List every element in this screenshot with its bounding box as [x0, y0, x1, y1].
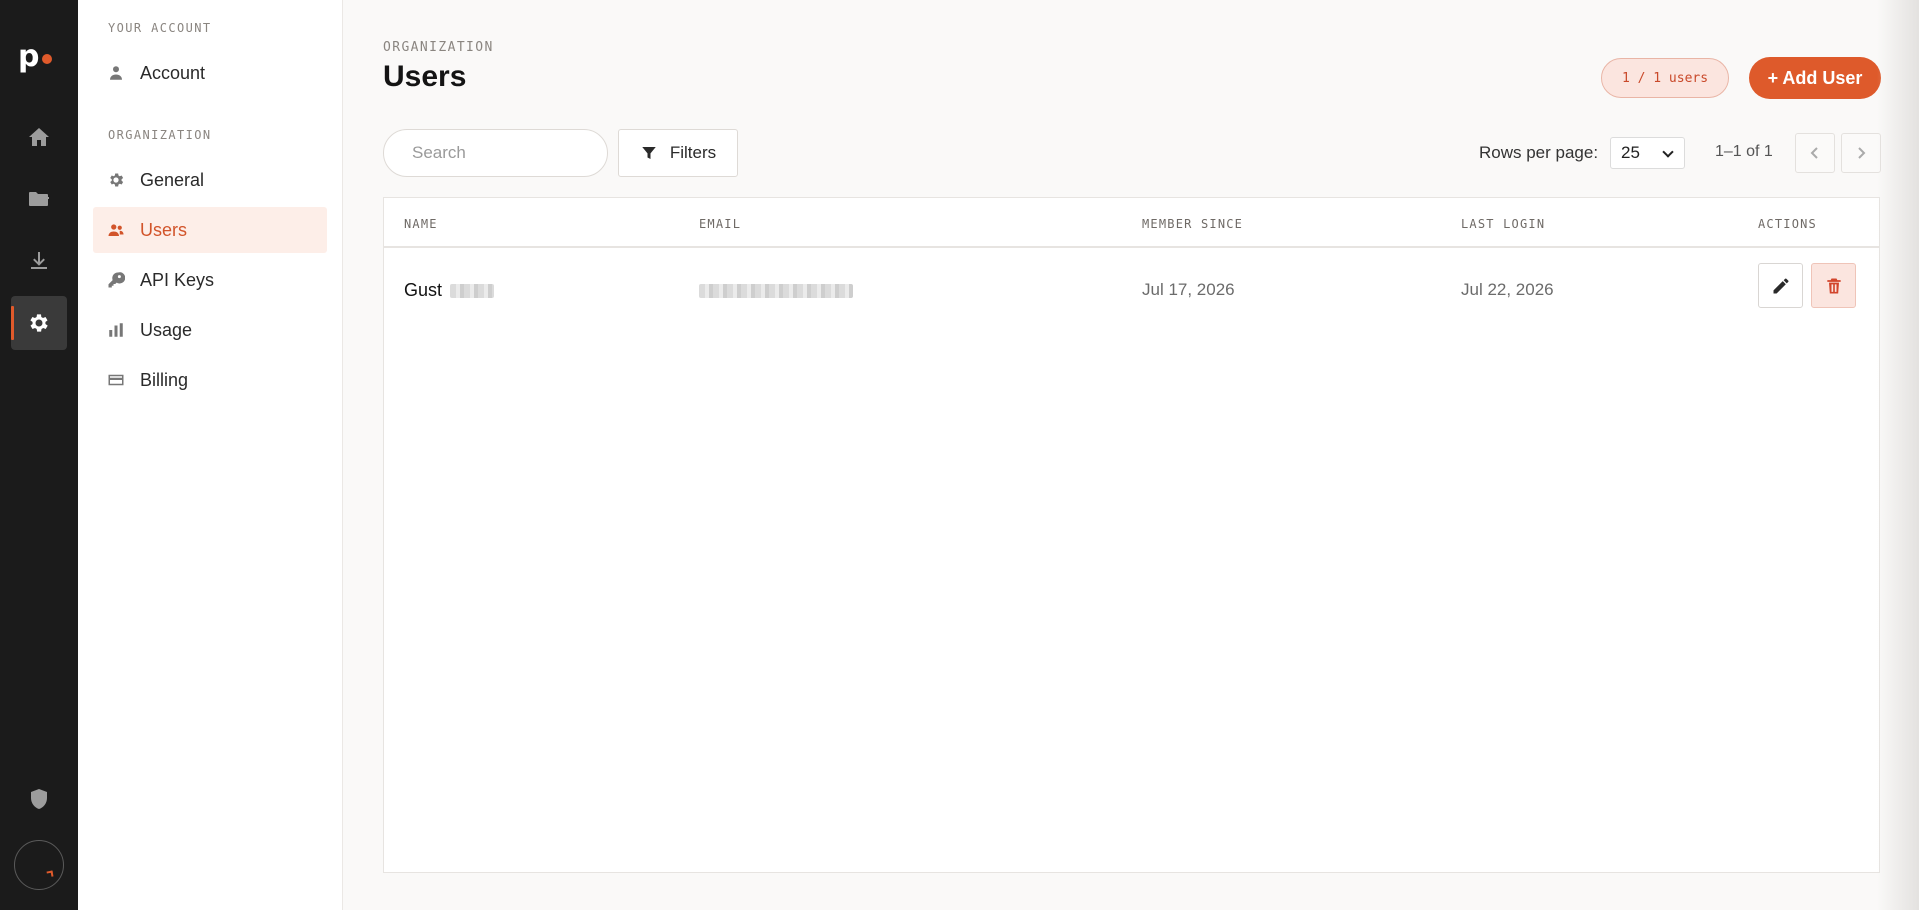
next-page-button[interactable]: [1841, 133, 1881, 173]
rail-home-button[interactable]: [11, 110, 67, 164]
delete-user-button[interactable]: [1811, 263, 1856, 308]
icon-rail: p: [0, 0, 78, 910]
breadcrumb: ORGANIZATION: [383, 40, 494, 55]
folder-icon: [29, 192, 49, 206]
sidebar-item-general[interactable]: General: [93, 157, 327, 203]
sidebar-item-users[interactable]: Users: [93, 207, 327, 253]
page-title: Users: [383, 60, 467, 93]
shield-icon: [31, 789, 47, 809]
funnel-icon: [642, 147, 656, 159]
key-icon: [108, 272, 125, 288]
settings-sidebar: YOUR ACCOUNT Account ORGANIZATION Genera…: [78, 0, 343, 910]
sidebar-item-billing[interactable]: Billing: [93, 357, 327, 403]
logo-letter: p: [18, 39, 40, 74]
bar-chart-icon: [109, 323, 123, 337]
redacted-surname: [450, 284, 495, 299]
user-email-cell: [699, 280, 853, 300]
download-icon: [31, 252, 47, 269]
user-count-badge: 1 / 1 users: [1601, 58, 1729, 98]
previous-page-button[interactable]: [1795, 133, 1835, 173]
credit-card-icon: [108, 374, 124, 386]
chevron-left-icon: [1810, 147, 1818, 159]
sidebar-item-label: Users: [140, 219, 188, 240]
user-name-cell: Gust: [404, 280, 495, 301]
table-row[interactable]: Gust Jul 17, 2026 Jul 22, 2026: [384, 248, 1879, 330]
main-content: ORGANIZATION Users 1 / 1 users + Add Use…: [343, 0, 1919, 910]
users-icon: [108, 224, 124, 236]
column-header-name[interactable]: NAME: [404, 217, 438, 231]
person-icon: [110, 66, 122, 80]
sidebar-item-api-keys[interactable]: API Keys: [93, 257, 327, 303]
last-login-cell: Jul 22, 2026: [1461, 280, 1554, 299]
chevron-right-icon: [1858, 147, 1866, 159]
users-table: NAME EMAIL MEMBER SINCE LAST LOGIN ACTIO…: [383, 197, 1880, 873]
edit-user-button[interactable]: [1758, 263, 1803, 308]
table-header: NAME EMAIL MEMBER SINCE LAST LOGIN ACTIO…: [384, 198, 1879, 248]
redacted-email: [699, 283, 853, 298]
section-heading-organization: ORGANIZATION: [108, 128, 212, 142]
rail-files-button[interactable]: [11, 172, 67, 226]
column-header-last-login[interactable]: LAST LOGIN: [1461, 217, 1545, 231]
column-header-member-since[interactable]: MEMBER SINCE: [1142, 217, 1243, 231]
logo-dot: [42, 54, 53, 64]
rail-security-button[interactable]: [11, 772, 67, 826]
sidebar-item-label: Usage: [140, 319, 193, 340]
sidebar-item-label: General: [140, 169, 205, 190]
gear-icon: [30, 314, 48, 332]
pagination-range: 1–1 of 1: [1715, 143, 1773, 160]
sidebar-item-label: Billing: [140, 369, 189, 390]
user-avatar[interactable]: [14, 840, 64, 890]
app-logo[interactable]: p: [18, 36, 60, 72]
filters-button[interactable]: Filters: [618, 129, 738, 177]
sidebar-item-account[interactable]: Account: [93, 50, 327, 96]
rail-downloads-button[interactable]: [11, 234, 67, 288]
chevron-down-icon: [1662, 146, 1674, 158]
section-heading-account: YOUR ACCOUNT: [108, 21, 212, 35]
sidebar-item-label: Account: [140, 62, 206, 83]
rows-per-page-label: Rows per page:: [1479, 143, 1599, 162]
home-icon: [29, 128, 49, 146]
column-header-actions: ACTIONS: [1758, 217, 1817, 231]
trash-icon: [1826, 278, 1841, 293]
avatar-mark-icon: [46, 870, 54, 878]
pencil-icon: [1773, 278, 1788, 293]
rail-settings-button[interactable]: [11, 296, 67, 350]
sidebar-item-label: API Keys: [140, 269, 215, 290]
gear-icon: [110, 173, 124, 187]
rows-per-page-value: 25: [1621, 143, 1640, 162]
user-name: Gust: [404, 280, 443, 300]
search-input[interactable]: [383, 129, 608, 177]
filters-label: Filters: [669, 143, 717, 162]
add-user-button[interactable]: + Add User: [1749, 57, 1881, 99]
sidebar-item-usage[interactable]: Usage: [93, 307, 327, 353]
member-since-cell: Jul 17, 2026: [1142, 280, 1235, 299]
rows-per-page-select[interactable]: 25: [1610, 137, 1685, 169]
column-header-email[interactable]: EMAIL: [699, 217, 741, 231]
